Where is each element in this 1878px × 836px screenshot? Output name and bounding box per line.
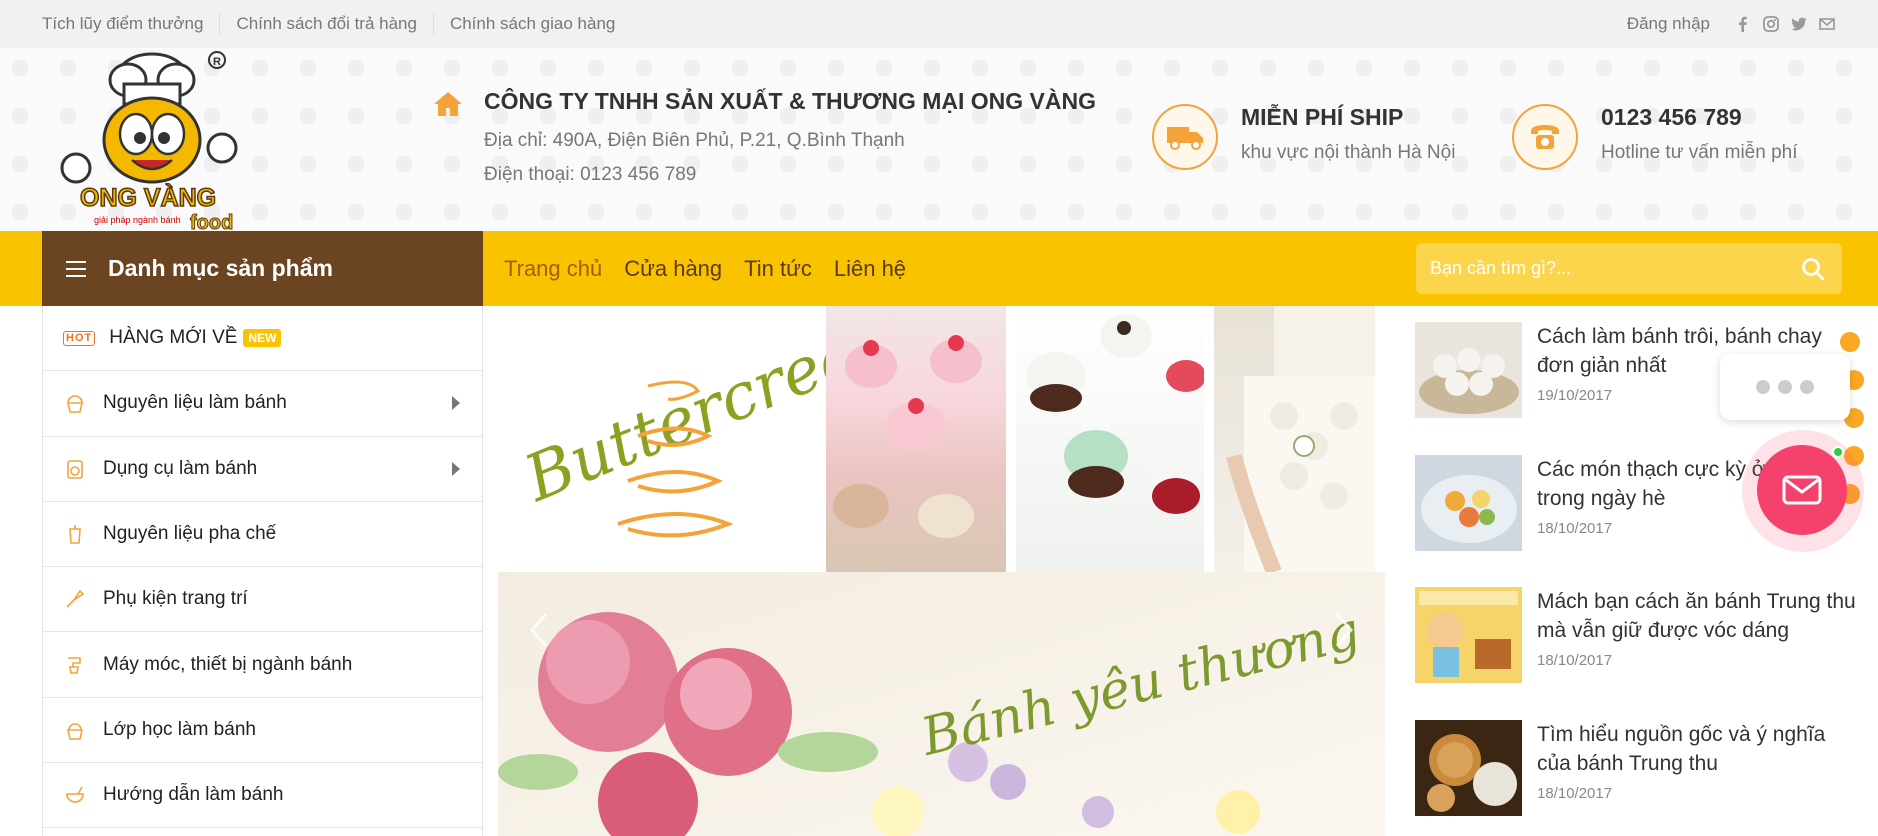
new-badge: NEW bbox=[243, 329, 282, 348]
chat-button[interactable] bbox=[1742, 430, 1864, 552]
news-title[interactable]: Mách bạn cách ăn bánh Trung thu mà vẫn g… bbox=[1537, 587, 1857, 645]
search-input[interactable] bbox=[1416, 243, 1786, 294]
slider-image: Bánh yêu thương bbox=[498, 572, 1385, 836]
company-address: Địa chỉ: 490A, Điện Biên Phủ, P.21, Q.Bì… bbox=[484, 130, 905, 151]
news-item[interactable]: Tìm hiểu nguồn gốc và ý nghĩa của bánh T… bbox=[1415, 719, 1857, 836]
mail-icon bbox=[1757, 445, 1847, 535]
banner-divider bbox=[1006, 306, 1016, 572]
news-thumbnail[interactable] bbox=[1415, 587, 1522, 683]
online-indicator bbox=[1832, 446, 1844, 458]
cup-icon bbox=[63, 522, 87, 546]
mixer-icon bbox=[63, 653, 87, 677]
chevron-right-icon bbox=[452, 396, 460, 411]
main-slider[interactable]: Bánh yêu thương bbox=[498, 572, 1385, 836]
category-menu-button[interactable]: Danh mục sản phẩm bbox=[42, 231, 483, 306]
top-links: Tích lũy điểm thưởng Chính sách đổi trả … bbox=[42, 0, 631, 48]
sidebar-item-decoration[interactable]: Phụ kiện trang trí bbox=[43, 567, 482, 633]
floating-dot bbox=[1840, 332, 1860, 352]
sidebar-item-baking-guide[interactable]: Hướng dẫn làm bánh bbox=[43, 763, 482, 829]
news-date: 19/10/2017 bbox=[1537, 387, 1613, 404]
chevron-right-icon bbox=[452, 461, 460, 476]
hotline-number[interactable]: 0123 456 789 bbox=[1601, 104, 1742, 131]
chat-typing-bubble bbox=[1720, 354, 1850, 420]
buttercream-logo-image: Buttercream bbox=[498, 294, 924, 572]
category-sidebar: HOT HÀNG MỚI VỀ NEW Nguyên liệu làm bánh… bbox=[42, 306, 483, 836]
banner-top-row: Buttercream bbox=[498, 294, 1385, 575]
cake-icon bbox=[63, 718, 87, 742]
hotline-sub: Hotline tư vấn miễn phí bbox=[1601, 142, 1798, 163]
link-return-policy[interactable]: Chính sách đổi trả hàng bbox=[219, 13, 433, 35]
slider-prev-icon[interactable] bbox=[526, 610, 552, 650]
nav-shop[interactable]: Cửa hàng bbox=[624, 256, 722, 282]
news-thumbnail[interactable] bbox=[1415, 454, 1522, 551]
banner-divider bbox=[1204, 306, 1214, 572]
top-bar: Tích lũy điểm thưởng Chính sách đổi trả … bbox=[0, 0, 1878, 48]
svg-text:ONG VÀNG: ONG VÀNG bbox=[80, 183, 216, 212]
home-icon bbox=[432, 88, 464, 120]
login-link[interactable]: Đăng nhập bbox=[1627, 14, 1710, 34]
sidebar-item-baking-ingredients[interactable]: Nguyên liệu làm bánh bbox=[43, 371, 482, 437]
hot-badge: HOT bbox=[63, 330, 96, 346]
free-ship-feature: MIỄN PHÍ SHIP khu vực nội thành Hà Nội bbox=[1152, 104, 1462, 174]
sidebar-item-baking-tools[interactable]: Dụng cụ làm bánh bbox=[43, 437, 482, 502]
phone-icon bbox=[1512, 104, 1578, 170]
truck-icon bbox=[1152, 104, 1218, 170]
sidebar-item-label: Máy móc, thiết bị ngành bánh bbox=[103, 653, 353, 675]
link-reward-points[interactable]: Tích lũy điểm thưởng bbox=[42, 13, 219, 35]
cupcake-icon bbox=[63, 391, 87, 415]
instagram-icon[interactable] bbox=[1762, 15, 1780, 33]
sidebar-item-label: Phụ kiện trang trí bbox=[103, 588, 248, 610]
news-date: 18/10/2017 bbox=[1537, 784, 1613, 802]
nav-contact[interactable]: Liên hệ bbox=[834, 256, 906, 282]
news-title[interactable]: Tìm hiểu nguồn gốc và ý nghĩa của bánh T… bbox=[1537, 720, 1857, 778]
sidebar-item-label: HÀNG MỚI VỀ bbox=[109, 327, 238, 349]
wedding-cake-image bbox=[1214, 306, 1375, 575]
news-thumbnail[interactable] bbox=[1415, 719, 1522, 816]
link-shipping-policy[interactable]: Chính sách giao hàng bbox=[432, 13, 631, 35]
svg-text:Buttercream: Buttercream bbox=[514, 306, 826, 517]
news-date: 18/10/2017 bbox=[1537, 519, 1613, 537]
company-phone: Điện thoại: 0123 456 789 bbox=[484, 164, 697, 185]
scale-icon bbox=[63, 457, 87, 481]
top-right: Đăng nhập bbox=[1627, 0, 1836, 48]
sidebar-item-label: Hướng dẫn làm bánh bbox=[103, 784, 284, 806]
main-nav: Danh mục sản phẩm Trang chủ Cửa hàng Tin… bbox=[0, 231, 1878, 306]
cupcakes-image bbox=[1016, 306, 1206, 572]
sidebar-item-new-arrivals[interactable]: HOT HÀNG MỚI VỀ NEW bbox=[43, 306, 482, 372]
piping-bag-icon bbox=[63, 587, 87, 611]
logo[interactable]: R ONG VÀNG giải pháp ngành bánh food bbox=[40, 48, 240, 235]
svg-text:R: R bbox=[213, 56, 221, 68]
search-icon[interactable] bbox=[1800, 256, 1826, 282]
news-thumbnail[interactable] bbox=[1415, 322, 1522, 418]
email-icon[interactable] bbox=[1818, 15, 1836, 33]
slider-next-icon[interactable] bbox=[1331, 610, 1357, 650]
sidebar-item-label: Lớp học làm bánh bbox=[103, 718, 256, 740]
svg-text:giải pháp ngành bánh: giải pháp ngành bánh bbox=[94, 215, 181, 225]
sidebar-item-label: Dụng cụ làm bánh bbox=[103, 457, 258, 479]
sidebar-item-drink-ingredients[interactable]: Nguyên liệu pha chế bbox=[43, 502, 482, 568]
sidebar-item-label: Nguyên liệu làm bánh bbox=[103, 392, 287, 414]
search-box bbox=[1416, 243, 1842, 294]
hotline-feature: 0123 456 789 Hotline tư vấn miễn phí bbox=[1512, 104, 1842, 174]
facebook-icon[interactable] bbox=[1734, 15, 1752, 33]
site-header: R ONG VÀNG giải pháp ngành bánh food CÔN… bbox=[0, 48, 1878, 235]
cupcake-tower-image bbox=[826, 306, 1006, 572]
free-ship-sub: khu vực nội thành Hà Nội bbox=[1241, 142, 1456, 163]
twitter-icon[interactable] bbox=[1790, 15, 1808, 33]
nav-news[interactable]: Tin tức bbox=[744, 256, 812, 282]
menu-icon bbox=[66, 260, 86, 277]
sidebar-item-machines[interactable]: Máy móc, thiết bị ngành bánh bbox=[43, 632, 482, 698]
main-menu: Trang chủ Cửa hàng Tin tức Liên hệ bbox=[504, 231, 928, 306]
bowl-icon bbox=[63, 783, 87, 807]
free-ship-title: MIỄN PHÍ SHIP bbox=[1241, 104, 1404, 130]
sidebar-item-label: Nguyên liệu pha chế bbox=[103, 523, 277, 545]
svg-text:food: food bbox=[190, 212, 233, 231]
news-date: 18/10/2017 bbox=[1537, 652, 1613, 669]
company-name: CÔNG TY TNHH SẢN XUẤT & THƯƠNG MẠI ONG V… bbox=[484, 88, 1097, 114]
sidebar-item-baking-class[interactable]: Lớp học làm bánh bbox=[43, 698, 482, 764]
news-item[interactable]: Mách bạn cách ăn bánh Trung thu mà vẫn g… bbox=[1415, 587, 1857, 720]
nav-home[interactable]: Trang chủ bbox=[504, 256, 602, 282]
category-menu-label: Danh mục sản phẩm bbox=[108, 255, 333, 281]
